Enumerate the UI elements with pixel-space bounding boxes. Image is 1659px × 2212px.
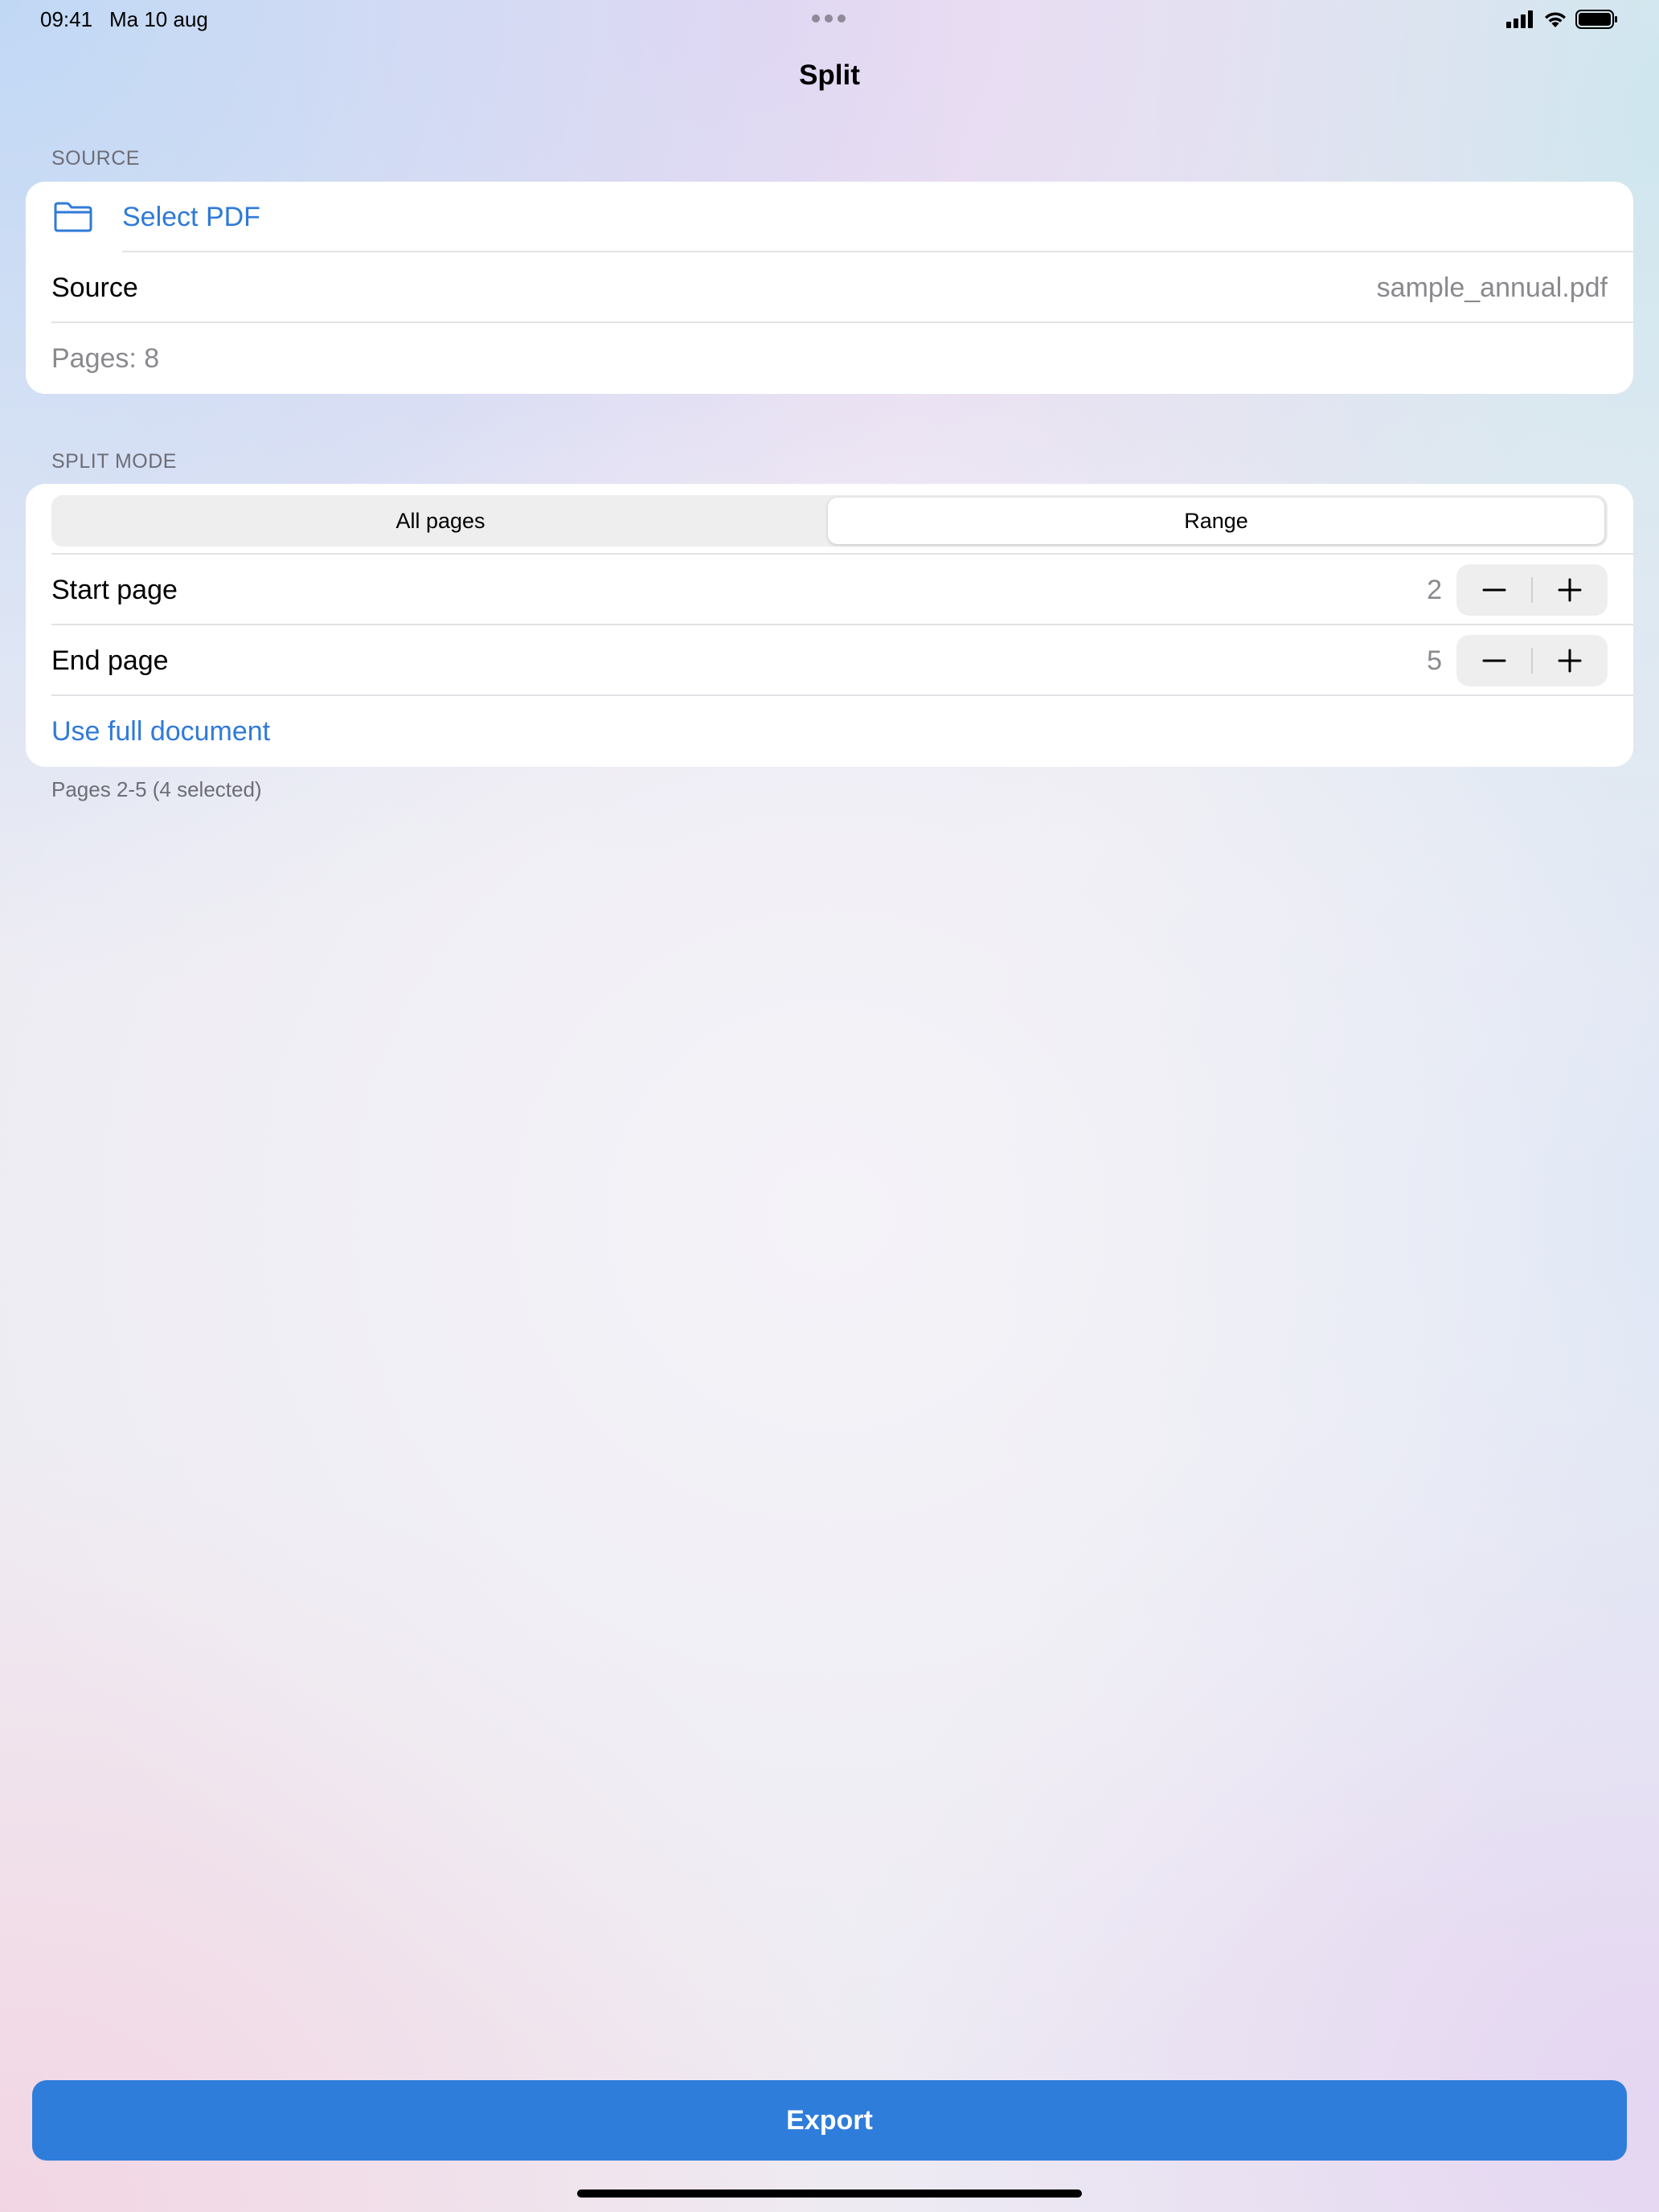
segment-all-pages[interactable]: All pages — [51, 495, 830, 547]
start-page-stepper — [1456, 564, 1608, 616]
end-page-decrement-button[interactable] — [1456, 635, 1532, 686]
split-mode-card: All pages Range Start page 2 End page 5 — [26, 484, 1633, 767]
start-page-row: Start page 2 — [26, 555, 1633, 625]
plus-icon — [1558, 578, 1582, 602]
plus-icon — [1558, 649, 1582, 673]
start-page-label: Start page — [51, 575, 178, 605]
page-title: Split — [799, 59, 860, 91]
split-mode-section-header: SPLIT MODE — [51, 450, 177, 473]
end-page-increment-button[interactable] — [1532, 635, 1608, 686]
export-button[interactable]: Export — [32, 2080, 1627, 2161]
source-card: Select PDF Source sample_annual.pdf Page… — [26, 182, 1633, 394]
status-bar: 09:41 Ma 10 aug — [0, 0, 1659, 40]
mode-row: All pages Range — [26, 484, 1633, 555]
end-page-stepper — [1456, 635, 1608, 686]
start-page-decrement-button[interactable] — [1456, 564, 1532, 616]
end-page-row: End page 5 — [26, 625, 1633, 696]
multitasking-dots-icon[interactable] — [812, 14, 846, 23]
source-row: Source sample_annual.pdf — [26, 252, 1633, 323]
home-indicator[interactable] — [577, 2189, 1082, 2198]
selection-summary: Pages 2-5 (4 selected) — [51, 777, 262, 801]
pages-count: Pages: 8 — [51, 343, 160, 374]
select-pdf-row[interactable]: Select PDF — [26, 182, 1633, 252]
minus-icon — [1482, 659, 1506, 662]
full-document-row[interactable]: Use full document — [26, 696, 1633, 767]
status-date: Ma 10 aug — [109, 7, 208, 31]
source-filename: sample_annual.pdf — [1376, 272, 1608, 303]
select-pdf-label[interactable]: Select PDF — [122, 182, 260, 252]
end-page-label: End page — [51, 645, 169, 676]
status-time: 09:41 — [40, 7, 93, 31]
source-section-header: SOURCE — [51, 147, 140, 170]
start-page-value: 2 — [1427, 575, 1442, 605]
pages-count-row: Pages: 8 — [26, 323, 1633, 394]
battery-icon — [1575, 10, 1617, 29]
use-full-document-button[interactable]: Use full document — [51, 696, 270, 767]
start-page-increment-button[interactable] — [1532, 564, 1608, 616]
cellular-signal-icon — [1506, 10, 1533, 28]
segment-range[interactable]: Range — [828, 498, 1604, 544]
folder-icon — [54, 202, 92, 232]
status-icons — [1506, 10, 1619, 29]
minus-icon — [1482, 588, 1506, 592]
source-label: Source — [51, 272, 138, 303]
end-page-value: 5 — [1427, 645, 1442, 676]
wifi-icon — [1545, 12, 1566, 27]
split-mode-segmented-control[interactable]: All pages Range — [51, 495, 1608, 547]
